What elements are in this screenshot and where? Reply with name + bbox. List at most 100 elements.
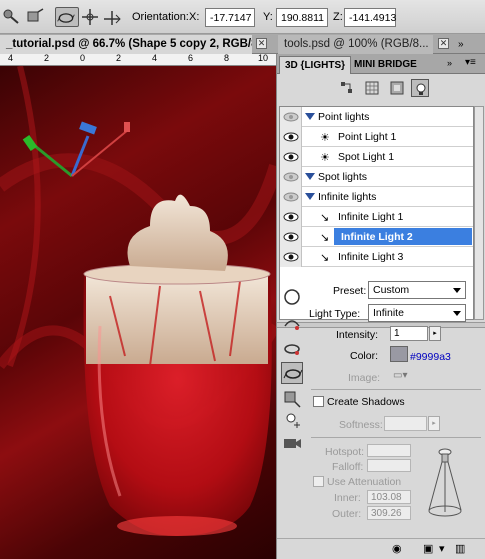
preset-value: Custom bbox=[373, 284, 410, 296]
preset-label: Preset: bbox=[333, 285, 367, 297]
y-field[interactable]: 190.8811 bbox=[276, 8, 328, 27]
light-label: Spot Light 1 bbox=[338, 151, 395, 163]
list-item-infinite-light-2[interactable]: ↘ Infinite Light 2 bbox=[280, 227, 473, 247]
ruler-tick: 4 bbox=[8, 54, 14, 63]
eye-icon[interactable] bbox=[280, 207, 302, 227]
list-group-infinite-lights[interactable]: Infinite lights bbox=[280, 187, 473, 207]
trash-icon[interactable]: ▥ bbox=[455, 542, 465, 555]
group-label: Infinite lights bbox=[318, 191, 377, 203]
doc-tab-tutorial[interactable]: _tutorial.psd @ 66.7% (Shape 5 copy 2, R… bbox=[0, 35, 252, 54]
ruler-tick: 0 bbox=[80, 54, 86, 63]
eye-icon[interactable] bbox=[280, 227, 302, 247]
list-scrollbar[interactable] bbox=[474, 106, 484, 320]
use-attenuation-label: Use Attenuation bbox=[327, 476, 402, 488]
x-field[interactable]: -17.7147 bbox=[205, 8, 255, 27]
eye-icon[interactable] bbox=[280, 187, 302, 207]
tab-overflow-icon[interactable]: » bbox=[458, 39, 464, 50]
materials-filter-icon[interactable] bbox=[388, 79, 406, 97]
horizontal-ruler: 4 2 0 2 4 6 8 10 bbox=[0, 54, 276, 66]
color-hex-value: #9999a3 bbox=[410, 351, 451, 363]
light-rotate-tool-icon[interactable] bbox=[2, 7, 22, 27]
color-swatch[interactable] bbox=[390, 346, 408, 362]
move-cross-icon[interactable] bbox=[80, 7, 100, 27]
expand-triangle-icon[interactable] bbox=[305, 193, 315, 200]
drag-light-icon[interactable] bbox=[281, 362, 303, 384]
expand-triangle-icon[interactable] bbox=[305, 173, 315, 180]
panel-menu-icon[interactable]: ▾≡ bbox=[465, 57, 476, 68]
lights-filter-icon[interactable] bbox=[411, 79, 429, 97]
ruler-tick: 4 bbox=[152, 54, 158, 63]
color-label: Color: bbox=[350, 350, 379, 362]
close-tab-icon[interactable]: ✕ bbox=[256, 38, 267, 49]
point-light-icon: ☀ bbox=[320, 132, 330, 144]
list-item-spot-light-1[interactable]: ☀ Spot Light 1 bbox=[280, 147, 473, 167]
intensity-slider-arrow-icon[interactable]: ▸ bbox=[429, 326, 441, 341]
close-tab-icon[interactable]: ✕ bbox=[438, 38, 449, 49]
x-label: X: bbox=[189, 11, 200, 23]
panel-tab-bar: 3D {LIGHTS} MINI BRIDGE » ▾≡ bbox=[277, 54, 485, 74]
inner-label: Inner: bbox=[334, 492, 361, 504]
divider bbox=[311, 437, 481, 438]
panel-divider[interactable] bbox=[277, 322, 485, 328]
list-item-infinite-light-3[interactable]: ↘ Infinite Light 3 bbox=[280, 247, 473, 267]
orientation-label: Orientation: bbox=[132, 11, 189, 23]
rotate-light-icon[interactable] bbox=[281, 286, 303, 308]
light-pan-tool-icon[interactable] bbox=[25, 7, 45, 27]
folder-icon[interactable]: ▭▾ bbox=[393, 370, 407, 381]
preset-select[interactable]: Custom bbox=[368, 281, 466, 299]
eye-icon[interactable] bbox=[280, 147, 302, 167]
document-canvas[interactable] bbox=[0, 66, 276, 559]
y-label: Y: bbox=[263, 11, 273, 23]
tab-mini-bridge[interactable]: MINI BRIDGE bbox=[349, 56, 422, 74]
group-label: Spot lights bbox=[318, 171, 368, 183]
create-shadows-checkbox[interactable] bbox=[313, 396, 324, 407]
glass-image bbox=[83, 194, 272, 536]
pan-light-icon[interactable] bbox=[281, 312, 303, 334]
ruler-tick: 8 bbox=[224, 54, 230, 63]
infinite-light-icon: ↘ bbox=[320, 212, 330, 224]
light-drag-tool-icon[interactable] bbox=[55, 7, 79, 27]
z-field[interactable]: -141.4913 bbox=[344, 8, 396, 27]
softness-field bbox=[384, 416, 427, 431]
list-group-point-lights[interactable]: Point lights bbox=[280, 107, 473, 127]
falloff-field bbox=[367, 459, 411, 472]
ruler-tick: 6 bbox=[188, 54, 194, 63]
slide-light-icon[interactable] bbox=[281, 338, 303, 360]
toggle-visibility-icon[interactable]: ◉ bbox=[392, 542, 402, 555]
light-type-select[interactable]: Infinite bbox=[368, 304, 466, 322]
eye-icon[interactable] bbox=[280, 247, 302, 267]
scene-filter-icon[interactable] bbox=[338, 79, 356, 97]
intensity-label: Intensity: bbox=[336, 329, 379, 341]
light-label: Infinite Light 2 bbox=[336, 229, 418, 245]
spotlight-cone-icon bbox=[425, 444, 465, 524]
expand-triangle-icon[interactable] bbox=[305, 113, 315, 120]
list-group-spot-lights[interactable]: Spot lights bbox=[280, 167, 473, 187]
add-light-icon[interactable] bbox=[281, 408, 303, 430]
list-item-point-light-1[interactable]: ☀ Point Light 1 bbox=[280, 127, 473, 147]
tab-3d-lights[interactable]: 3D {LIGHTS} bbox=[279, 56, 352, 74]
list-item-infinite-light-1[interactable]: ↘ Infinite Light 1 bbox=[280, 207, 473, 227]
ruler-tick: 2 bbox=[116, 54, 122, 63]
collapse-icon[interactable]: » bbox=[447, 58, 452, 68]
use-attenuation-checkbox bbox=[313, 476, 324, 487]
doc-tab-tools[interactable]: tools.psd @ 100% (RGB/8... bbox=[278, 35, 433, 54]
new-light-icon[interactable]: ▣ bbox=[423, 542, 433, 555]
hotspot-label: Hotspot: bbox=[325, 446, 365, 458]
new-light-menu-icon[interactable]: ▾ bbox=[439, 542, 445, 555]
light-label: Infinite Light 1 bbox=[338, 211, 404, 223]
chevron-down-icon bbox=[453, 311, 461, 316]
eye-icon[interactable] bbox=[280, 167, 302, 187]
divider bbox=[277, 538, 485, 539]
z-label: Z: bbox=[333, 11, 343, 23]
camera-light-icon[interactable] bbox=[281, 432, 303, 454]
slide-tool-icon[interactable] bbox=[102, 7, 122, 27]
scale-light-icon[interactable] bbox=[281, 388, 303, 410]
group-label: Point lights bbox=[318, 111, 370, 123]
divider bbox=[311, 389, 481, 390]
eye-icon[interactable] bbox=[280, 107, 302, 127]
intensity-field[interactable]: 1 bbox=[390, 326, 428, 341]
chevron-down-icon bbox=[453, 288, 461, 293]
eye-icon[interactable] bbox=[280, 127, 302, 147]
document-tab-bar: _tutorial.psd @ 66.7% (Shape 5 copy 2, R… bbox=[0, 34, 485, 54]
mesh-filter-icon[interactable] bbox=[363, 79, 381, 97]
